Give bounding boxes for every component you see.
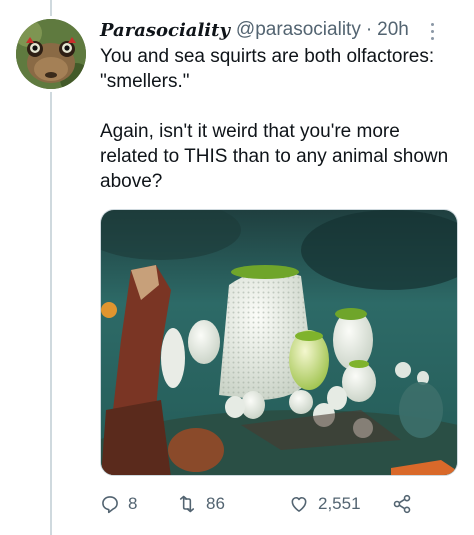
tweet: Parasociality @parasociality · 20h You a… xyxy=(0,0,474,535)
display-name[interactable]: Parasociality xyxy=(100,20,230,41)
like-count: 2,551 xyxy=(318,494,361,513)
action-bar: 8 86 2,551 xyxy=(100,489,420,519)
media-image[interactable] xyxy=(100,209,458,476)
share-button[interactable] xyxy=(392,494,412,514)
retweet-button[interactable]: 86 xyxy=(176,494,288,514)
frog-avatar-icon xyxy=(16,19,86,89)
retweet-count: 86 xyxy=(206,494,225,513)
tweet-text: You and sea squirts are both olfactores:… xyxy=(100,44,460,194)
reply-button[interactable]: 8 xyxy=(100,494,176,514)
separator-dot: · xyxy=(365,19,373,40)
share-icon xyxy=(393,494,411,514)
like-icon xyxy=(291,496,307,512)
sea-squirt-photo-icon xyxy=(101,210,457,475)
reply-icon xyxy=(102,496,118,514)
tweet-paragraph: You and sea squirts are both olfactores:… xyxy=(100,46,435,92)
retweet-icon xyxy=(179,495,195,513)
like-button[interactable]: 2,551 xyxy=(288,494,392,514)
more-options-icon[interactable] xyxy=(424,18,440,44)
timestamp[interactable]: 20h xyxy=(377,19,409,41)
reply-count: 8 xyxy=(128,494,138,513)
avatar[interactable] xyxy=(16,19,86,89)
tweet-paragraph: Again, isn't it weird that you're more r… xyxy=(100,121,449,192)
user-handle[interactable]: @parasociality xyxy=(236,19,361,41)
tweet-header: Parasociality @parasociality · 20h xyxy=(100,16,409,44)
